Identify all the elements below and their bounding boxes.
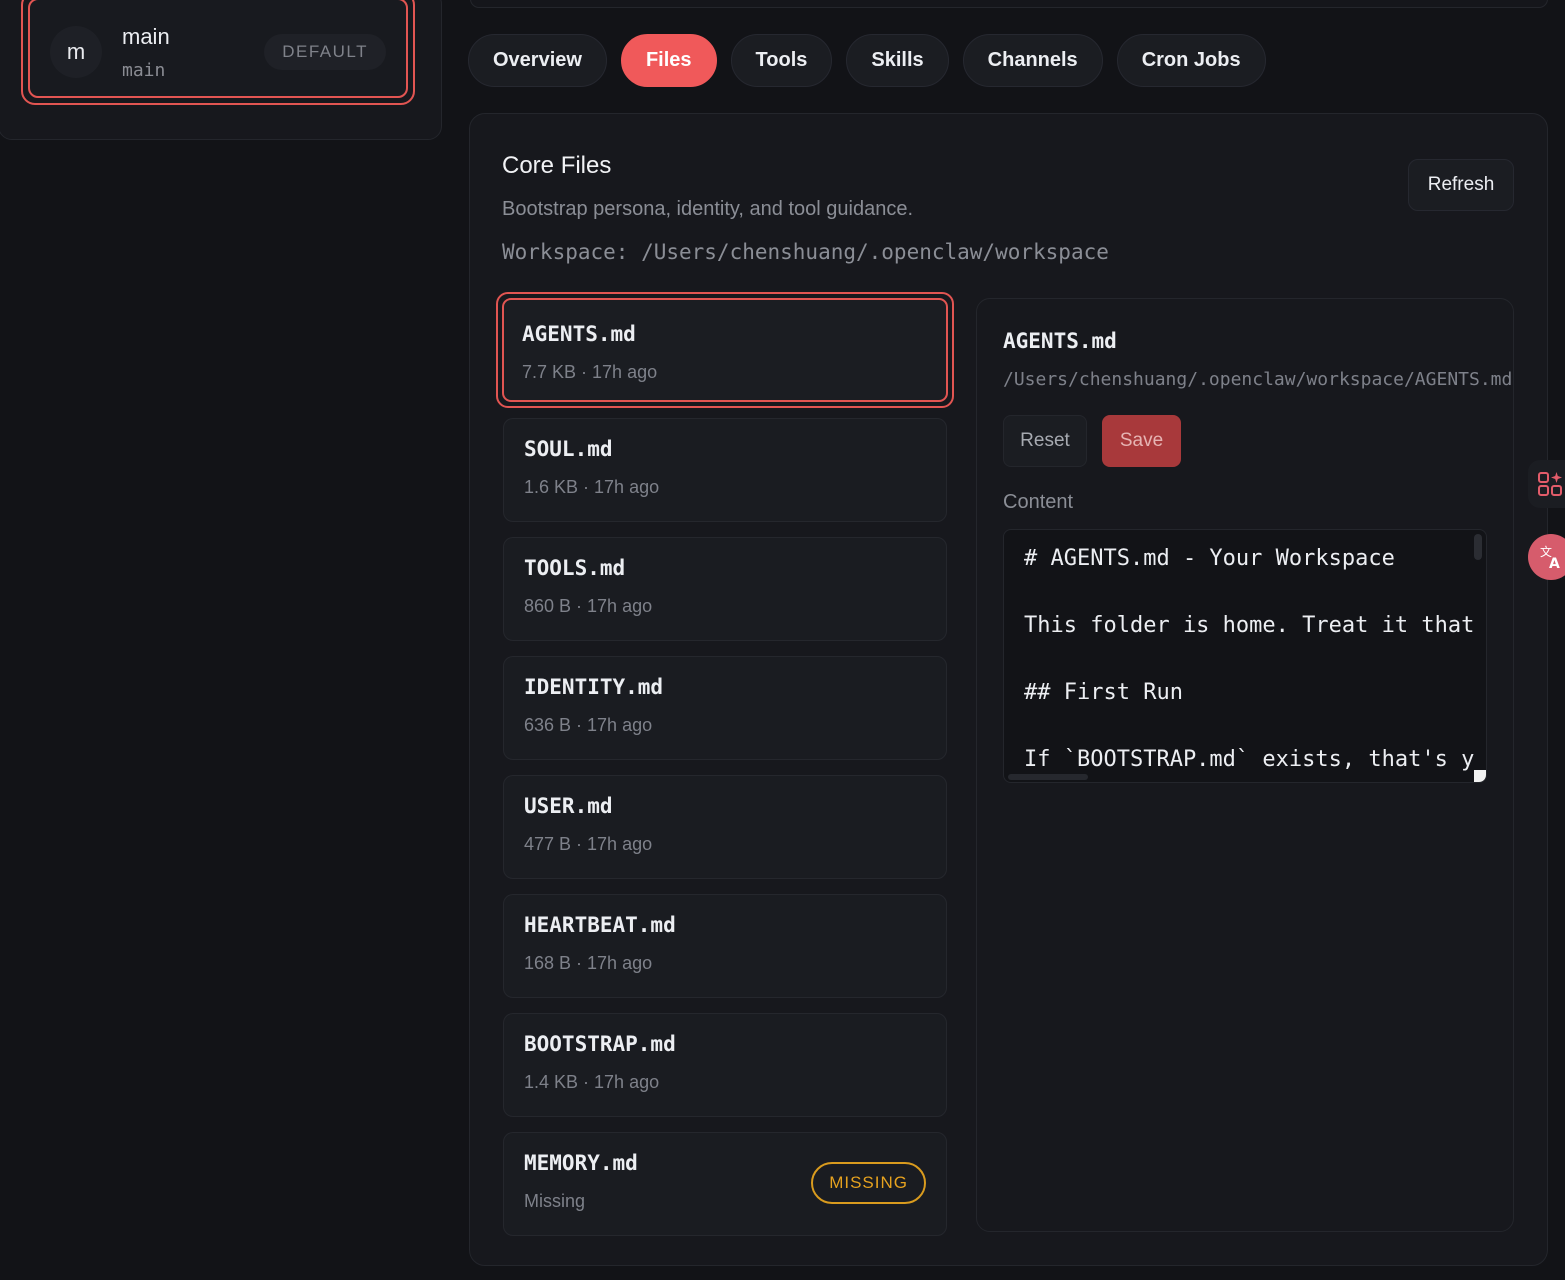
file-item-memory[interactable]: MEMORY.md Missing MISSING (503, 1132, 947, 1236)
file-item-tools[interactable]: TOOLS.md 860 B · 17h ago (503, 537, 947, 641)
resize-handle[interactable] (1474, 770, 1486, 782)
agent-card-main[interactable]: m main main DEFAULT (21, 0, 415, 105)
file-item-soul[interactable]: SOUL.md 1.6 KB · 17h ago (503, 418, 947, 522)
default-badge: DEFAULT (264, 34, 386, 70)
editor-file-title: AGENTS.md (1003, 329, 1117, 353)
file-name: TOOLS.md (524, 556, 626, 580)
agent-name: main (122, 24, 170, 49)
file-item-bootstrap[interactable]: BOOTSTRAP.md 1.4 KB · 17h ago (503, 1013, 947, 1117)
file-name: MEMORY.md (524, 1151, 638, 1175)
workspace-path: Workspace: /Users/chenshuang/.openclaw/w… (502, 240, 1109, 264)
tab-channels[interactable]: Channels (962, 34, 1103, 87)
file-name: USER.md (524, 794, 613, 818)
panel-subtitle: Bootstrap persona, identity, and tool gu… (502, 198, 914, 220)
file-meta: 860 B · 17h ago (524, 596, 653, 616)
refresh-button[interactable]: Refresh (1408, 159, 1514, 211)
content-lines: # AGENTS.md - Your Workspace This folder… (1024, 544, 1474, 782)
file-name: AGENTS.md (522, 322, 636, 346)
file-name: SOUL.md (524, 437, 613, 461)
core-files-panel: Core Files Bootstrap persona, identity, … (469, 113, 1548, 1266)
file-meta: 1.4 KB · 17h ago (524, 1072, 660, 1092)
file-item-inner: AGENTS.md 7.7 KB · 17h ago (502, 298, 948, 402)
file-meta: Missing (524, 1191, 586, 1211)
agent-id: main (122, 60, 166, 81)
missing-badge: MISSING (811, 1162, 926, 1204)
apps-sparkle-icon[interactable] (1528, 460, 1565, 508)
agent-card-inner: m main main DEFAULT (28, 0, 408, 98)
save-button[interactable]: Save (1102, 415, 1181, 467)
panel-title: Core Files (502, 152, 612, 179)
tab-tools[interactable]: Tools (730, 34, 833, 87)
agent-avatar: m (50, 26, 102, 78)
reset-button[interactable]: Reset (1003, 415, 1087, 467)
file-meta: 636 B · 17h ago (524, 715, 653, 735)
tab-cron-jobs[interactable]: Cron Jobs (1116, 34, 1266, 87)
content-textarea[interactable]: # AGENTS.md - Your Workspace This folder… (1003, 529, 1487, 783)
svg-text:A: A (1549, 556, 1560, 571)
content-line: ## First Run (1024, 680, 1183, 705)
tab-bar: Overview Files Tools Skills Channels Cro… (468, 34, 1266, 87)
vertical-scrollbar[interactable] (1474, 534, 1482, 560)
agent-panel: m main main DEFAULT (0, 0, 442, 140)
content-line: # AGENTS.md - Your Workspace (1024, 546, 1395, 571)
file-item-user[interactable]: USER.md 477 B · 17h ago (503, 775, 947, 879)
file-item-agents[interactable]: AGENTS.md 7.7 KB · 17h ago (496, 292, 954, 408)
file-name: BOOTSTRAP.md (524, 1032, 676, 1056)
file-meta: 168 B · 17h ago (524, 953, 653, 973)
horizontal-scrollbar[interactable] (1008, 774, 1088, 780)
file-item-heartbeat[interactable]: HEARTBEAT.md 168 B · 17h ago (503, 894, 947, 998)
file-name: HEARTBEAT.md (524, 913, 676, 937)
editor-file-path: /Users/chenshuang/.openclaw/workspace/AG… (1003, 369, 1513, 390)
file-meta: 477 B · 17h ago (524, 834, 653, 854)
content-line: This folder is home. Treat it that (1024, 613, 1474, 638)
file-item-identity[interactable]: IDENTITY.md 636 B · 17h ago (503, 656, 947, 760)
content-line: If `BOOTSTRAP.md` exists, that's y (1024, 747, 1474, 772)
file-editor: AGENTS.md /Users/chenshuang/.openclaw/wo… (976, 298, 1514, 1232)
top-strip (470, 0, 1548, 8)
file-meta: 7.7 KB · 17h ago (522, 362, 658, 382)
file-meta: 1.6 KB · 17h ago (524, 477, 660, 497)
tab-files[interactable]: Files (620, 34, 717, 87)
tab-skills[interactable]: Skills (846, 34, 949, 87)
file-name: IDENTITY.md (524, 675, 664, 699)
tab-overview[interactable]: Overview (468, 34, 607, 87)
file-list: AGENTS.md 7.7 KB · 17h ago SOUL.md 1.6 K… (496, 292, 954, 1251)
content-label: Content (1003, 491, 1074, 513)
